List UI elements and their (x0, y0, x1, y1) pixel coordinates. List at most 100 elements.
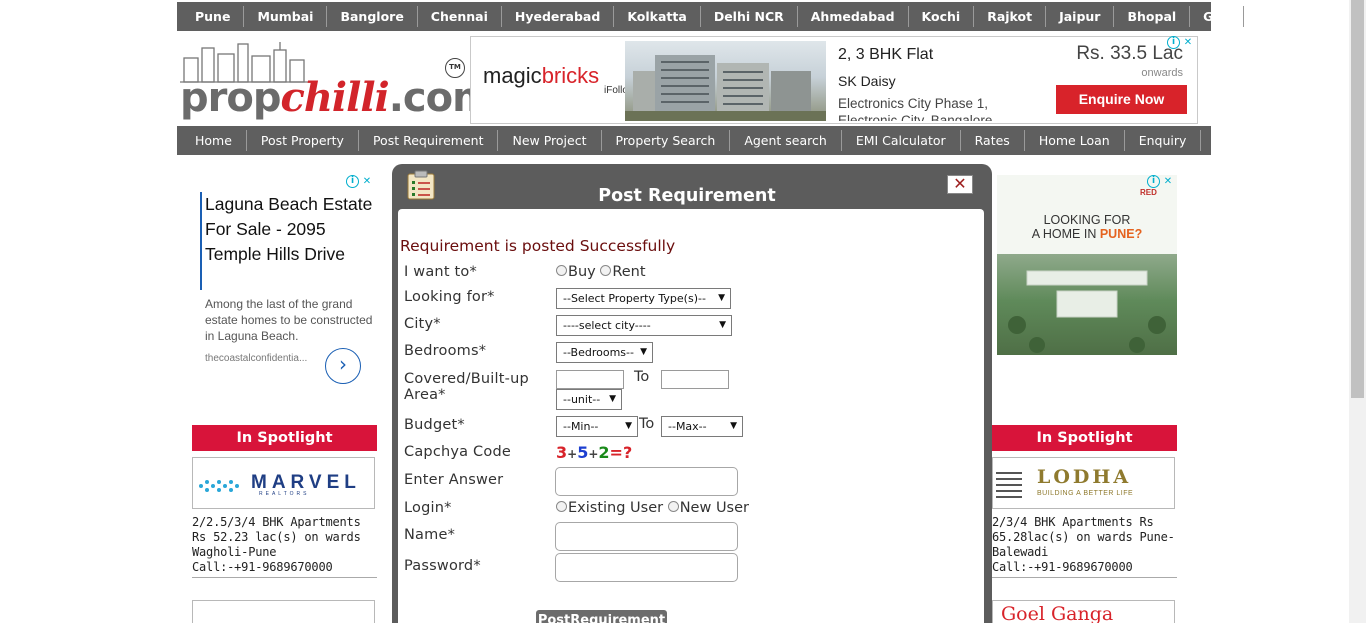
login-label: Login* (404, 500, 452, 516)
area-to-input[interactable] (661, 370, 729, 389)
left-sidebar-ad[interactable]: Laguna Beach Estate For Sale - 2095 Temp… (192, 175, 377, 390)
dropdown-caret-icon: ▼ (719, 320, 726, 330)
adchoices-info-icon[interactable]: i (346, 175, 359, 188)
city-link-banglore[interactable]: Banglore (327, 6, 418, 27)
captcha-label: Capchya Code (404, 444, 511, 460)
looking-label: Looking for* (404, 289, 495, 305)
ad-price-suffix: onwards (1141, 67, 1183, 79)
nav-home-loan[interactable]: Home Loan (1025, 130, 1125, 151)
nav-new-project[interactable]: New Project (498, 130, 602, 151)
propchilli-logo[interactable]: propchilli.com TM (180, 40, 494, 121)
nav-post-requirement[interactable]: Post Requirement (359, 130, 499, 151)
city-link-bhopal[interactable]: Bhopal (1114, 6, 1191, 27)
spotlight-next-left[interactable] (192, 600, 375, 623)
name-label: Name* (404, 527, 456, 543)
ad-headline[interactable]: Laguna Beach Estate For Sale - 2095 Temp… (205, 192, 375, 267)
logo-wordmark: propchilli.com (180, 74, 494, 121)
ad-close-icon[interactable]: ✕ (1181, 36, 1195, 50)
right-sidebar-ad[interactable]: RED LOOKING FOR A HOME IN PUNE? (997, 175, 1177, 355)
area-from-input[interactable] (556, 370, 624, 389)
dropdown-caret-icon: ▼ (730, 421, 737, 431)
nav-home[interactable]: Home (181, 130, 247, 151)
city-link-ahmedabad[interactable]: Ahmedabad (798, 6, 909, 27)
area-to-label: To (634, 369, 650, 385)
building-photo[interactable] (625, 41, 826, 121)
login-radio-group: Existing User New User (556, 500, 749, 516)
chevron-right-icon[interactable]: › (325, 348, 361, 384)
city-link-rajkot[interactable]: Rajkot (974, 6, 1047, 27)
nav-emi-calculator[interactable]: EMI Calculator (842, 130, 961, 151)
password-input[interactable] (555, 553, 738, 582)
dropdown-caret-icon: ▼ (609, 394, 616, 404)
ad-source[interactable]: thecoastalconfidentia... (205, 353, 307, 364)
city-link-pune[interactable]: Pune (183, 6, 245, 27)
name-input[interactable] (555, 522, 738, 551)
enquire-now-button[interactable]: Enquire Now (1056, 85, 1187, 114)
trademark-badge: TM (445, 58, 465, 78)
success-message: Requirement is posted Successfully (400, 237, 676, 255)
adchoices-left[interactable]: i ✕ (346, 175, 374, 189)
adchoices-top[interactable]: i ✕ (1167, 36, 1195, 50)
city-link-jaipur[interactable]: Jaipur (1046, 6, 1115, 27)
post-requirement-button[interactable]: PostRequirement (536, 610, 667, 623)
city-link-delhi-ncr[interactable]: Delhi NCR (701, 6, 798, 27)
ad-project: SK Daisy (838, 73, 896, 89)
close-icon[interactable]: ✕ (947, 175, 973, 194)
marvel-logo[interactable]: MARVEL REALTORS (192, 457, 375, 509)
dropdown-caret-icon: ▼ (718, 293, 725, 303)
lodha-logo[interactable]: LODHA BUILDING A BETTER LIFE (992, 457, 1175, 509)
property-type-select[interactable]: --Select Property Type(s)-- ▼ (556, 288, 731, 309)
want-radio-group: Buy Rent (556, 264, 646, 280)
city-select[interactable]: ----select city---- ▼ (556, 315, 732, 336)
dropdown-caret-icon: ▼ (640, 347, 647, 357)
new-user-radio[interactable]: New User (667, 500, 749, 516)
ad-close-icon[interactable]: ✕ (360, 175, 374, 189)
main-nav-bar: Home Post Property Post Requirement New Pro… (177, 126, 1211, 155)
adchoices-right[interactable]: i ✕ (1147, 175, 1175, 189)
magicbricks-logo: magicbricks (483, 63, 600, 88)
spotlight-next-right[interactable]: Goel Ganga (992, 600, 1175, 623)
nav-property-search[interactable]: Property Search (602, 130, 731, 151)
ad-location: Electronics City Phase 1, Electronic Cit… (838, 96, 993, 121)
bedrooms-select[interactable]: --Bedrooms-- ▼ (556, 342, 653, 363)
city-link-mumbai[interactable]: Mumbai (244, 6, 328, 27)
city-label: City* (404, 316, 441, 332)
city-link-chennai[interactable]: Chennai (418, 6, 502, 27)
budget-to-label: To (639, 416, 655, 432)
want-label: I want to* (404, 264, 477, 280)
adchoices-info-icon[interactable]: i (1147, 175, 1160, 188)
city-link-kochi[interactable]: Kochi (909, 6, 975, 27)
budget-min-select[interactable]: --Min-- ▼ (556, 416, 638, 437)
city-nav-bar: Pune Mumbai Banglore Chennai Hyederabad Kolka… (177, 2, 1245, 31)
bedrooms-label: Bedrooms* (404, 343, 487, 359)
dropdown-caret-icon: ▼ (625, 421, 632, 431)
nav-post-property[interactable]: Post Property (247, 130, 359, 151)
rent-radio[interactable]: Rent (600, 264, 646, 280)
ad-title: 2, 3 BHK Flat (838, 46, 934, 63)
area-label: Covered/Built-up Area* (404, 371, 529, 403)
existing-user-radio[interactable]: Existing User (556, 500, 663, 516)
buy-radio[interactable]: Buy (556, 264, 596, 280)
ad-brand-red: RED (1140, 188, 1157, 197)
budget-max-select[interactable]: --Max-- ▼ (661, 416, 743, 437)
ad-close-icon[interactable]: ✕ (1161, 175, 1175, 189)
password-label: Password* (404, 558, 481, 574)
spotlight-heading-left: In Spotlight (192, 425, 377, 451)
nav-rates[interactable]: Rates (961, 130, 1025, 151)
nav-enquiry[interactable]: Enquiry (1125, 130, 1202, 151)
spotlight-heading-right: In Spotlight (992, 425, 1177, 451)
top-banner-ad[interactable]: magicbricks iFollow 2, 3 BHK Flat SK Dai… (470, 36, 1198, 124)
page-scrollbar-thumb[interactable] (1351, 0, 1364, 398)
city-link-hyederabad[interactable]: Hyederabad (502, 6, 615, 27)
nav-agent-search[interactable]: Agent search (730, 130, 842, 151)
spotlight-listing-left[interactable]: 2/2.5/3/4 BHK Apartments Rs 52.23 lac(s)… (192, 515, 377, 578)
city-link-kolkatta[interactable]: Kolkatta (614, 6, 701, 27)
ad-tagline: LOOKING FOR A HOME IN PUNE? (1031, 213, 1143, 241)
spotlight-listing-right[interactable]: 2/3/4 BHK Apartments Rs 65.28lac(s) on w… (992, 515, 1177, 578)
city-link-goa[interactable]: Goa (1190, 6, 1245, 27)
unit-select[interactable]: --unit-- ▼ (556, 389, 622, 410)
ad-description: Among the last of the grand estate homes… (205, 297, 373, 343)
captcha-answer-input[interactable] (555, 467, 738, 496)
adchoices-info-icon[interactable]: i (1167, 36, 1180, 49)
budget-label: Budget* (404, 417, 465, 433)
